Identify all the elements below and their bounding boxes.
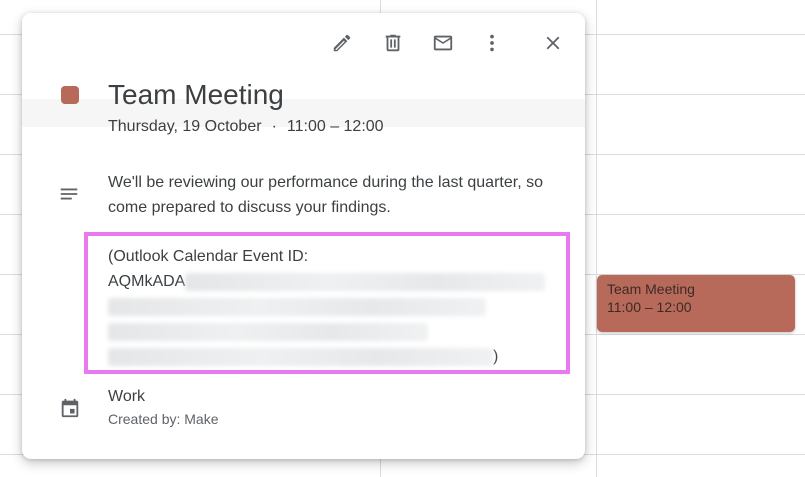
close-button[interactable] — [540, 32, 566, 58]
event-time: 11:00 – 12:00 — [286, 118, 384, 135]
calendar-name: Work — [108, 388, 146, 405]
trash-icon — [382, 32, 404, 59]
event-date: Thursday, 19 October — [108, 118, 262, 135]
calendar-column-divider — [596, 0, 597, 477]
calendar-icon — [59, 397, 81, 419]
more-vert-icon — [481, 32, 503, 59]
event-color-indicator — [61, 86, 79, 104]
pencil-icon — [331, 32, 353, 59]
event-datetime: Thursday, 19 October · 11:00 – 12:00 — [108, 117, 384, 137]
more-options-button[interactable] — [479, 32, 505, 58]
description-icon — [58, 183, 80, 205]
highlight-annotation-box — [84, 232, 570, 374]
calendar-event-chip-title: Team Meeting — [607, 281, 695, 297]
envelope-icon — [432, 32, 454, 59]
calendar-event-chip[interactable]: Team Meeting 11:00 – 12:00 — [597, 275, 795, 332]
event-title: Team Meeting — [108, 79, 284, 110]
delete-event-button[interactable] — [380, 32, 406, 58]
created-by-label: Created by: Make — [108, 411, 219, 427]
datetime-separator: · — [271, 118, 277, 135]
edit-event-button[interactable] — [329, 32, 355, 58]
event-details-popover: Team Meeting Thursday, 19 October · 11:00 … — [22, 13, 585, 459]
event-description: We'll be reviewing our performance durin… — [108, 174, 543, 216]
calendar-event-chip-time: 11:00 – 12:00 — [607, 299, 692, 315]
close-icon — [542, 32, 564, 59]
email-guests-button[interactable] — [430, 32, 456, 58]
